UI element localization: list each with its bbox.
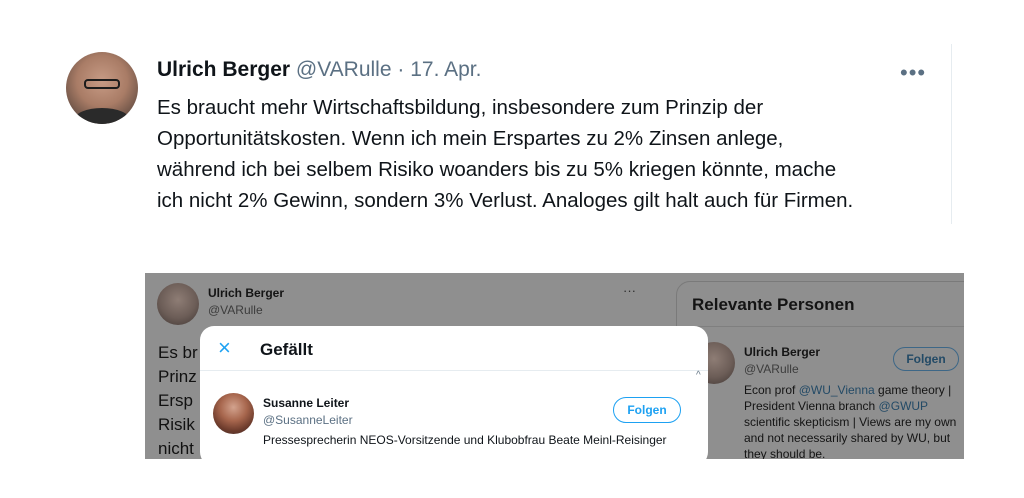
- bio-text: Econ prof: [744, 383, 799, 397]
- background-text-fragment: Prinz: [158, 367, 197, 386]
- background-text-fragment: nicht: [158, 439, 194, 458]
- relevant-person-follow-button: Folgen: [893, 347, 959, 371]
- bio-text: scientific skepticism | Views are my own…: [744, 415, 957, 459]
- relevant-person-bio: Econ prof @WU_Vienna game theory | Presi…: [744, 382, 964, 459]
- close-icon: ×: [218, 335, 231, 360]
- tweet-header: Ulrich Berger @VARulle · 17. Apr.: [157, 58, 481, 82]
- tweet-text-line: Opportunitätskosten. Wenn ich mein Erspa…: [157, 127, 784, 150]
- tweet-text-line: ich nicht 2% Gewinn, sondern 3% Verlust.…: [157, 189, 854, 212]
- relevant-person-handle: @VARulle: [744, 362, 799, 376]
- timeline-divider: [951, 44, 952, 224]
- background-text-fragment: Risik: [158, 415, 195, 434]
- likes-modal: × Gefällt ^ Susanne Leiter @SusanneLeite…: [200, 326, 708, 459]
- liker-avatar: [213, 393, 254, 434]
- background-tweet-text: Es br Prinz Ersp Risik nicht: [158, 341, 198, 459]
- background-text-fragment: Ersp: [158, 391, 193, 410]
- tweet-date[interactable]: 17. Apr.: [410, 58, 481, 81]
- more-options-icon[interactable]: •••: [900, 60, 926, 86]
- background-author-name: Ulrich Berger: [208, 286, 285, 300]
- relevant-people-title: Relevante Personen: [692, 295, 855, 314]
- author-name[interactable]: Ulrich Berger: [157, 58, 290, 81]
- background-author-avatar: [157, 283, 199, 325]
- tweet-text-line: während ich bei selbem Risiko woanders b…: [157, 158, 837, 181]
- tweet: Ulrich Berger @VARulle · 17. Apr. ••• Es…: [0, 0, 1024, 240]
- glasses-shape: [84, 79, 120, 89]
- relevant-person-name: Ulrich Berger: [744, 345, 821, 359]
- bio-mention-link: @GWUP: [878, 399, 928, 413]
- background-text-fragment: Es br: [158, 343, 198, 362]
- liker-handle: @SusanneLeiter: [263, 413, 353, 427]
- bio-mention-link: @WU_Vienna: [798, 383, 875, 397]
- embedded-screenshot: Ulrich Berger @VARulle ··· Es br Prinz E…: [145, 273, 964, 459]
- scroll-up-icon: ^: [696, 370, 701, 381]
- background-author-handle: @VARulle: [208, 303, 263, 317]
- tweet-text-line: Es braucht mehr Wirtschaftsbildung, insb…: [157, 96, 764, 119]
- author-avatar[interactable]: [66, 52, 138, 124]
- liker-follow-button: Folgen: [613, 397, 681, 423]
- shirt-shape: [74, 108, 130, 124]
- panel-divider: [677, 326, 964, 327]
- relevant-people-panel: Relevante Personen Ulrich Berger @VARull…: [676, 281, 964, 459]
- modal-title: Gefällt: [260, 340, 313, 359]
- liker-bio: Pressesprecherin NEOS-Vorsitzende und Kl…: [263, 433, 667, 447]
- header-separator: ·: [397, 58, 405, 81]
- liker-name: Susanne Leiter: [263, 396, 350, 410]
- author-handle[interactable]: @VARulle: [296, 58, 392, 81]
- modal-divider: [200, 370, 708, 371]
- background-more-icon: ···: [623, 283, 636, 298]
- tweet-text: Es braucht mehr Wirtschaftsbildung, insb…: [157, 92, 947, 216]
